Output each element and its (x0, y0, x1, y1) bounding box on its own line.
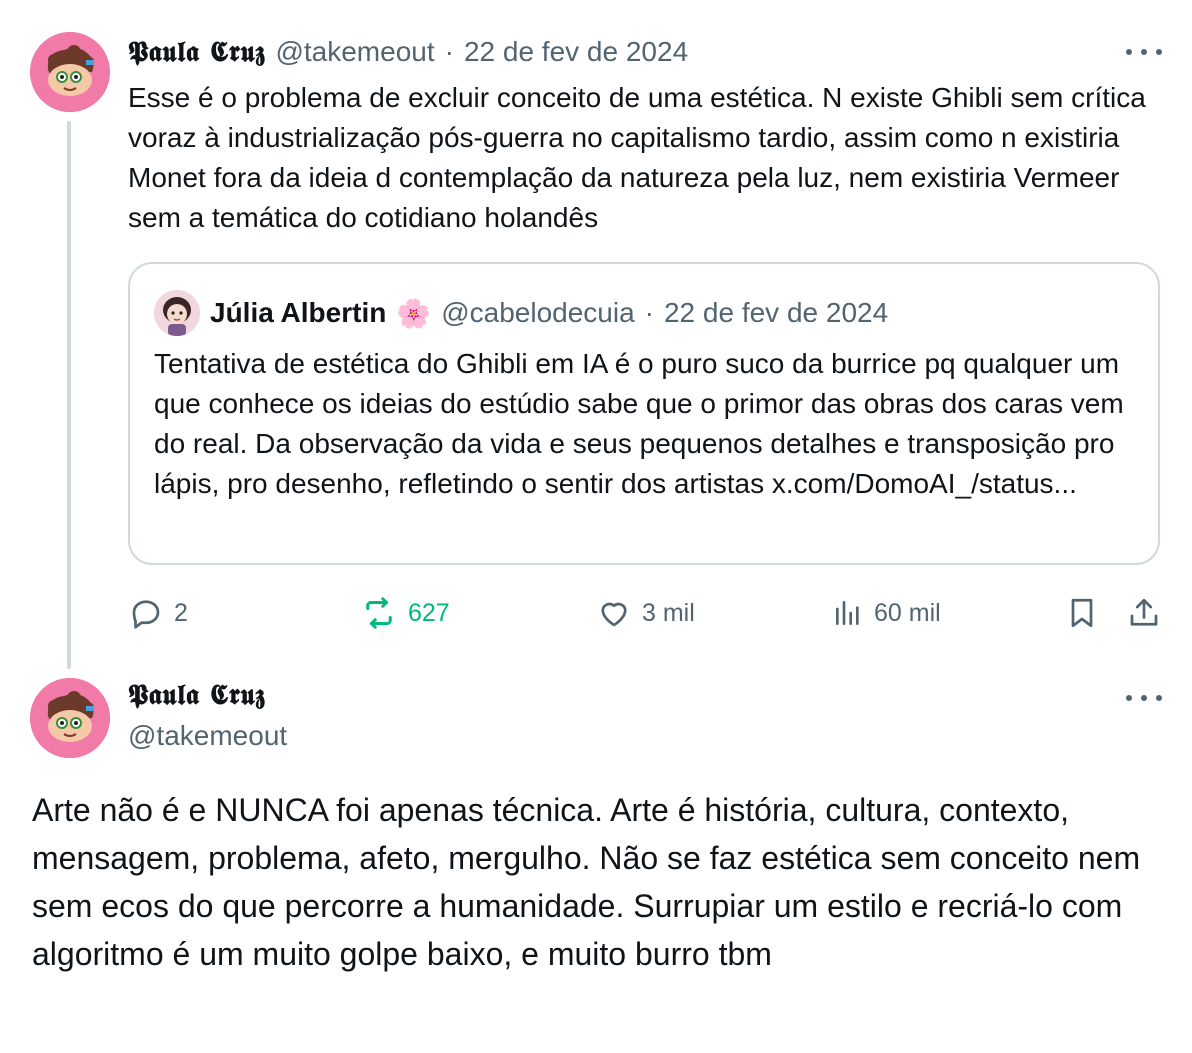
avatar[interactable] (30, 678, 110, 758)
author-name[interactable]: 𝕻𝖆𝖚𝖑𝖆 𝕮𝖗𝖚𝖟 (128, 35, 265, 69)
more-horizontal-icon[interactable] (1126, 688, 1162, 708)
repost-count: 627 (408, 598, 450, 627)
quoted-tweet-header: Júlia Albertin 🌸 @cabelodecuia · 22 de f… (154, 290, 888, 336)
author-handle[interactable]: @takemeout (275, 36, 434, 68)
bookmark-icon (1064, 595, 1100, 631)
repost-icon (360, 595, 398, 631)
like-button[interactable]: 3 mil (596, 590, 695, 636)
share-button[interactable] (1126, 590, 1162, 636)
tweet-action-bar: 2 627 3 mil 60 mil (0, 590, 1192, 636)
quoted-author-name: Júlia Albertin (210, 297, 387, 328)
avatar[interactable] (30, 32, 110, 112)
quoted-tweet-date: 22 de fev de 2024 (663, 297, 889, 328)
views-button[interactable]: 60 mil (832, 590, 941, 636)
quoted-avatar (154, 290, 200, 336)
views-icon (832, 595, 864, 631)
separator-dot: · (644, 297, 654, 328)
views-count: 60 mil (874, 598, 941, 627)
repost-button[interactable]: 627 (360, 590, 450, 636)
quoted-tweet-text: Tentativa de estética do Ghibli em IA é … (154, 348, 1124, 499)
quoted-tweet[interactable]: Júlia Albertin 🌸 @cabelodecuia · 22 de f… (128, 262, 1160, 565)
tweet-date[interactable]: 22 de fev de 2024 (464, 36, 688, 68)
thread-connector-line (67, 121, 71, 669)
reply-icon (128, 595, 164, 631)
separator-dot: · (444, 36, 454, 67)
flower-emoji: 🌸 (396, 297, 432, 329)
bookmark-button[interactable] (1064, 590, 1100, 636)
reply-button[interactable]: 2 (128, 590, 188, 636)
heart-icon (596, 595, 632, 631)
reply-count: 2 (174, 598, 188, 627)
tweet-text: Esse é o problema de excluir conceito de… (128, 82, 1146, 233)
author-name[interactable]: 𝕻𝖆𝖚𝖑𝖆 𝕮𝖗𝖚𝖟 (128, 678, 265, 712)
quoted-author-handle: @cabelodecuia (441, 297, 635, 328)
tweet-text: Arte não é e NUNCA foi apenas técnica. A… (32, 792, 1141, 972)
author-handle[interactable]: @takemeout (128, 720, 287, 752)
share-icon (1126, 595, 1162, 631)
like-count: 3 mil (642, 598, 695, 627)
more-horizontal-icon[interactable] (1126, 42, 1162, 62)
tweet-header: 𝕻𝖆𝖚𝖑𝖆 𝕮𝖗𝖚𝖟 @takemeout · 22 de fev de 202… (128, 30, 688, 74)
